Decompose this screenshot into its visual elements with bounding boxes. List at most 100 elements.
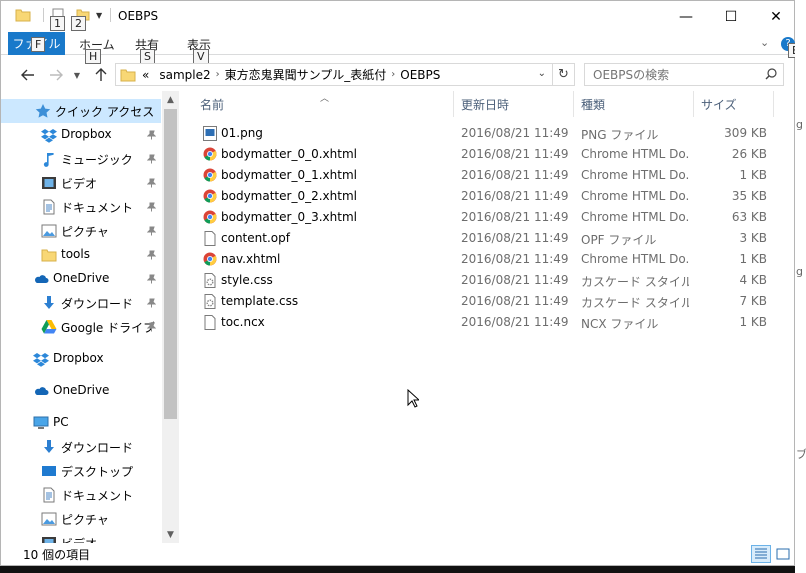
nav-item-label: Google ドライブ — [61, 321, 156, 335]
close-button[interactable]: ✕ — [753, 1, 799, 32]
address-row: ▼ « sample2 › 東方恋鬼異聞サンプル_表紙付 › OEBPS ⌄ ↻ — [1, 61, 794, 89]
file-name: template.css — [221, 294, 299, 308]
forward-arrow-icon — [50, 69, 63, 81]
address-dropdown-icon[interactable]: ⌄ — [538, 68, 546, 79]
search-box[interactable] — [584, 63, 784, 86]
explorer-window: ▼ 1 2 OEBPS — ☐ ✕ ファイル ホーム 共有 表示 ⌄ ? F H… — [0, 0, 803, 566]
nav-item[interactable]: ドキュメント — [1, 483, 161, 507]
large-icons-view-button[interactable] — [773, 545, 793, 563]
nav-item[interactable]: ピクチャ — [1, 507, 161, 531]
picture-icon — [41, 511, 57, 527]
nav-item-label: Dropbox — [53, 351, 104, 365]
breadcrumb-chevron-icon[interactable]: › — [216, 69, 220, 80]
up-button[interactable] — [91, 64, 111, 86]
forward-button[interactable] — [46, 64, 66, 86]
nav-item[interactable]: ドキュメント — [1, 195, 161, 219]
back-button[interactable] — [18, 64, 38, 86]
nav-item[interactable]: ミュージック — [1, 147, 161, 171]
keytip-qat-2: 2 — [71, 16, 86, 31]
column-divider[interactable] — [693, 91, 694, 117]
nav-item[interactable]: Dropbox — [1, 347, 161, 371]
minimize-button[interactable]: — — [663, 1, 709, 32]
nav-item[interactable]: ビデオ — [1, 171, 161, 195]
file-type: NCX ファイル — [581, 317, 659, 331]
nav-item[interactable]: ダウンロード — [1, 435, 161, 459]
breadcrumb-segment[interactable]: OEBPS — [400, 68, 440, 82]
nav-item[interactable]: OneDrive — [1, 267, 161, 291]
address-bar[interactable]: « sample2 › 東方恋鬼異聞サンプル_表紙付 › OEBPS ⌄ — [115, 63, 553, 86]
file-size: 26 KB — [731, 147, 767, 161]
breadcrumb-segment[interactable]: 東方恋鬼異聞サンプル_表紙付 — [225, 66, 387, 83]
nav-item[interactable]: PC — [1, 411, 161, 435]
breadcrumb-chevron-icon[interactable]: › — [391, 69, 395, 80]
file-size: 3 KB — [739, 231, 767, 245]
file-row[interactable]: 01.png 2016/08/21 11:49 PNG ファイル 309 KB — [183, 123, 794, 144]
back-arrow-icon — [21, 69, 34, 81]
file-name: content.opf — [221, 231, 290, 245]
file-row[interactable]: content.opf 2016/08/21 11:49 OPF ファイル 3 KB — [183, 228, 794, 249]
folder-icon — [120, 69, 136, 81]
address-overflow[interactable]: « — [142, 68, 149, 82]
refresh-button[interactable]: ↻ — [553, 63, 575, 86]
column-header-name[interactable]: 名前 — [200, 91, 224, 117]
nav-scrollbar[interactable]: ▲ ▼ — [162, 91, 179, 543]
nav-item[interactable]: Dropbox — [1, 123, 161, 147]
file-row[interactable]: template.css 2016/08/21 11:49 カスケード スタイル シ… — [183, 291, 794, 312]
column-header-date[interactable]: 更新日時 — [461, 91, 509, 117]
column-divider[interactable] — [573, 91, 574, 117]
background-window-edge: g g ブ — [795, 0, 806, 573]
onedrive-icon — [33, 271, 49, 287]
pin-icon — [147, 202, 156, 212]
scroll-up-icon[interactable]: ▲ — [162, 91, 179, 108]
recent-locations-button[interactable]: ▼ — [71, 64, 83, 86]
nav-item-label: ドキュメント — [61, 201, 134, 215]
search-input[interactable] — [585, 64, 755, 85]
file-row[interactable]: bodymatter_0_3.xhtml 2016/08/21 11:49 Chro… — [183, 207, 794, 228]
image-file-icon — [203, 126, 217, 141]
ribbon-expand-icon[interactable]: ⌄ — [760, 36, 769, 49]
pin-icon — [147, 226, 156, 236]
file-row[interactable]: bodymatter_0_0.xhtml 2016/08/21 11:49 Chro… — [183, 144, 794, 165]
nav-item[interactable]: tools — [1, 243, 161, 267]
file-type: PNG ファイル — [581, 128, 659, 142]
nav-item[interactable]: ビデオ — [1, 531, 161, 543]
refresh-icon: ↻ — [558, 67, 569, 82]
details-view-icon — [755, 548, 767, 559]
dropbox-icon — [33, 351, 49, 367]
file-row[interactable]: toc.ncx 2016/08/21 11:49 NCX ファイル 1 KB — [183, 312, 794, 333]
file-row[interactable]: style.css 2016/08/21 11:49 カスケード スタイル シ...… — [183, 270, 794, 291]
breadcrumb-segment[interactable]: sample2 — [159, 68, 210, 82]
chevron-down-icon: ▼ — [73, 70, 81, 80]
file-name: bodymatter_0_3.xhtml — [221, 210, 357, 224]
nav-item[interactable]: デスクトップ — [1, 459, 161, 483]
file-name: 01.png — [221, 126, 263, 140]
nav-item[interactable]: Google ドライブ — [1, 315, 161, 339]
maximize-button[interactable]: ☐ — [708, 1, 754, 32]
file-row[interactable]: nav.xhtml 2016/08/21 11:49 Chrome HTML Do.… — [183, 249, 794, 270]
qat-customize-icon[interactable]: ▼ — [96, 11, 102, 20]
pin-icon — [147, 130, 156, 140]
nav-item[interactable]: ダウンロード — [1, 291, 161, 315]
nav-item[interactable]: クイック アクセス — [1, 99, 161, 123]
scroll-down-icon[interactable]: ▼ — [162, 526, 179, 543]
file-row[interactable]: bodymatter_0_2.xhtml 2016/08/21 11:49 Chro… — [183, 186, 794, 207]
folder-icon[interactable] — [15, 8, 31, 22]
nav-item-label: ビデオ — [61, 177, 98, 191]
pin-icon — [147, 154, 156, 164]
nav-item[interactable]: OneDrive — [1, 379, 161, 403]
file-name: nav.xhtml — [221, 252, 281, 266]
file-name: bodymatter_0_2.xhtml — [221, 189, 357, 203]
column-divider[interactable] — [453, 91, 454, 117]
file-row[interactable]: bodymatter_0_1.xhtml 2016/08/21 11:49 Chro… — [183, 165, 794, 186]
scrollbar-thumb[interactable] — [164, 109, 177, 419]
file-date: 2016/08/21 11:49 — [461, 210, 569, 224]
column-header-size[interactable]: サイズ — [701, 91, 737, 117]
nav-item[interactable]: ピクチャ — [1, 219, 161, 243]
file-date: 2016/08/21 11:49 — [461, 189, 569, 203]
column-divider[interactable] — [773, 91, 774, 117]
details-view-button[interactable] — [751, 545, 771, 563]
file-size: 1 KB — [739, 252, 767, 266]
nav-item-label: tools — [61, 247, 90, 261]
column-header-type[interactable]: 種類 — [581, 91, 605, 117]
download-icon — [41, 439, 57, 455]
